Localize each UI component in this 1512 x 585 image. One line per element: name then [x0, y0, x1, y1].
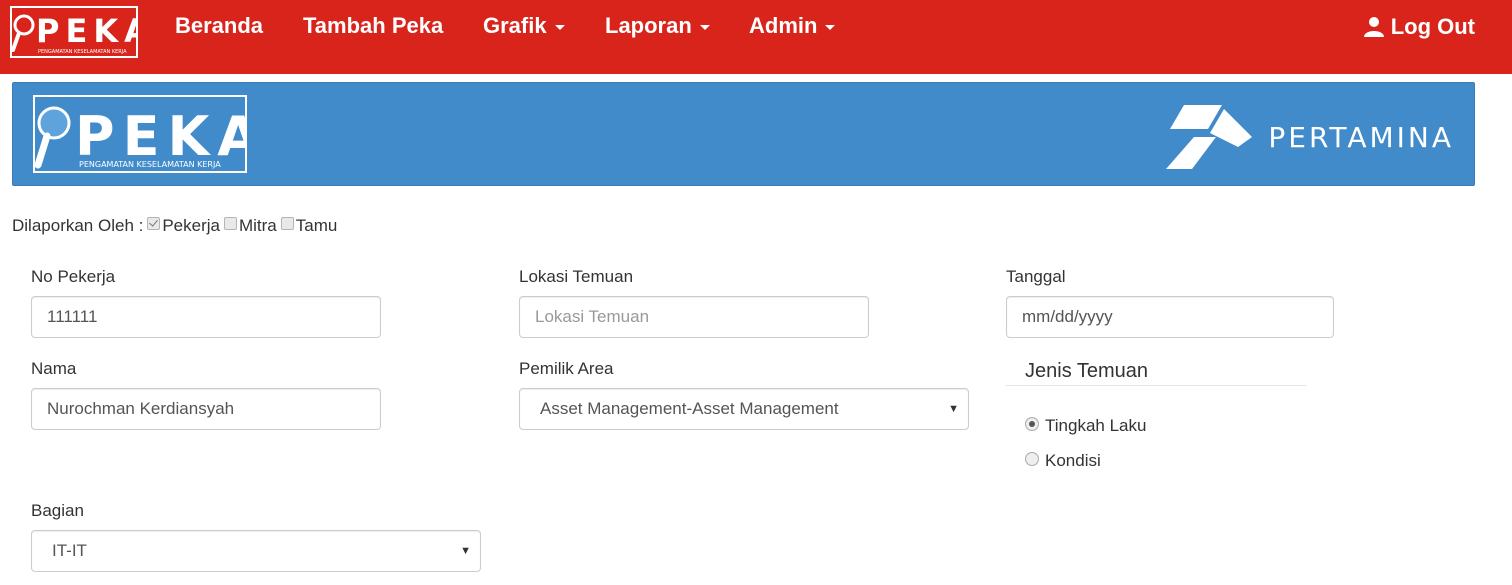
svg-text:PENGAMATAN KESELAMATAN KERJA: PENGAMATAN KESELAMATAN KERJA — [38, 49, 127, 55]
svg-text:PEKA: PEKA — [75, 105, 247, 168]
reported-by-group: Dilaporkan Oleh : Pekerja Mitra Tamu — [12, 216, 337, 236]
select-arrow-icon: ▼ — [948, 403, 959, 415]
caret-down-icon — [554, 24, 565, 30]
no-pekerja-input[interactable]: 111111 — [31, 296, 381, 338]
checkbox-tamu-label: Tamu — [295, 216, 338, 235]
nav-grafik-label: Grafik — [483, 13, 547, 38]
caret-down-icon — [825, 24, 836, 30]
nama-input[interactable]: Nurochman Kerdiansyah — [31, 388, 381, 430]
nav-laporan-label: Laporan — [605, 13, 692, 38]
pemilik-area-value: Asset Management-Asset Management — [540, 399, 839, 418]
radio-kondisi-label: Kondisi — [1045, 451, 1101, 470]
brand-logo[interactable]: PEKA PENGAMATAN KESELAMATAN KERJA — [10, 6, 149, 58]
svg-text:PEKA: PEKA — [36, 12, 138, 50]
checkbox-pekerja-label: Pekerja — [162, 216, 220, 235]
checkbox-mitra-label: Mitra — [238, 216, 277, 235]
nav-admin-label: Admin — [749, 13, 818, 38]
nav-laporan-dropdown[interactable]: Laporan — [605, 0, 710, 52]
nav-grafik-dropdown[interactable]: Grafik — [483, 0, 565, 52]
checkbox-mitra[interactable] — [223, 216, 237, 230]
nama-label: Nama — [31, 359, 77, 378]
nav-beranda[interactable]: Beranda — [175, 0, 263, 52]
nama-value: Nurochman Kerdiansyah — [47, 399, 235, 418]
svg-text:PENGAMATAN KESELAMATAN KERJA: PENGAMATAN KESELAMATAN KERJA — [79, 160, 221, 169]
pertamina-text: PERTAMINA — [1268, 120, 1454, 154]
pertamina-logo: PERTAMINA — [1164, 103, 1454, 171]
tanggal-label: Tanggal — [1006, 267, 1066, 286]
no-pekerja-value: 111111 — [47, 307, 98, 326]
lokasi-temuan-label: Lokasi Temuan — [519, 267, 634, 286]
bagian-value: IT-IT — [52, 541, 87, 560]
user-icon — [1363, 17, 1384, 37]
no-pekerja-label: No Pekerja — [31, 267, 116, 286]
logout-label: Log Out — [1390, 14, 1475, 39]
radio-tingkah-laku[interactable]: Tingkah Laku — [1025, 416, 1146, 436]
nav-admin-dropdown[interactable]: Admin — [749, 0, 836, 52]
radio-tingkah-laku-label: Tingkah Laku — [1045, 416, 1147, 435]
nav-tambah-peka-label: Tambah Peka — [303, 13, 444, 38]
reported-by-label: Dilaporkan Oleh : — [12, 216, 144, 235]
top-navbar: PEKA PENGAMATAN KESELAMATAN KERJA Berand… — [0, 0, 1512, 74]
select-arrow-icon: ▼ — [460, 545, 471, 557]
bagian-label: Bagian — [31, 501, 84, 520]
pemilik-area-select[interactable]: Asset Management-Asset Management ▼ — [519, 388, 969, 430]
peka-banner-logo: PEKA PENGAMATAN KESELAMATAN KERJA — [33, 95, 259, 178]
logout-button[interactable]: Log Out — [1363, 8, 1475, 46]
nav-beranda-label: Beranda — [175, 13, 264, 38]
jenis-temuan-legend: Jenis Temuan — [1006, 356, 1306, 386]
bagian-select[interactable]: IT-IT ▼ — [31, 530, 481, 572]
pemilik-area-label: Pemilik Area — [519, 359, 614, 378]
header-banner: PEKA PENGAMATAN KESELAMATAN KERJA PERTAM… — [12, 82, 1475, 186]
lokasi-temuan-placeholder: Lokasi Temuan — [535, 307, 650, 326]
lokasi-temuan-input[interactable]: Lokasi Temuan — [519, 296, 869, 338]
nav-tambah-peka[interactable]: Tambah Peka — [303, 0, 443, 52]
radio-tingkah-laku-button[interactable] — [1025, 417, 1039, 431]
radio-kondisi[interactable]: Kondisi — [1025, 451, 1101, 471]
checkbox-pekerja[interactable] — [147, 216, 161, 230]
radio-kondisi-button[interactable] — [1025, 452, 1039, 466]
caret-down-icon — [699, 24, 710, 30]
tanggal-date-input[interactable]: mm/dd/yyyy — [1006, 296, 1334, 338]
checkbox-tamu[interactable] — [280, 216, 294, 230]
pertamina-emblem-icon — [1166, 105, 1253, 169]
tanggal-value: mm/dd/yyyy — [1022, 307, 1113, 326]
